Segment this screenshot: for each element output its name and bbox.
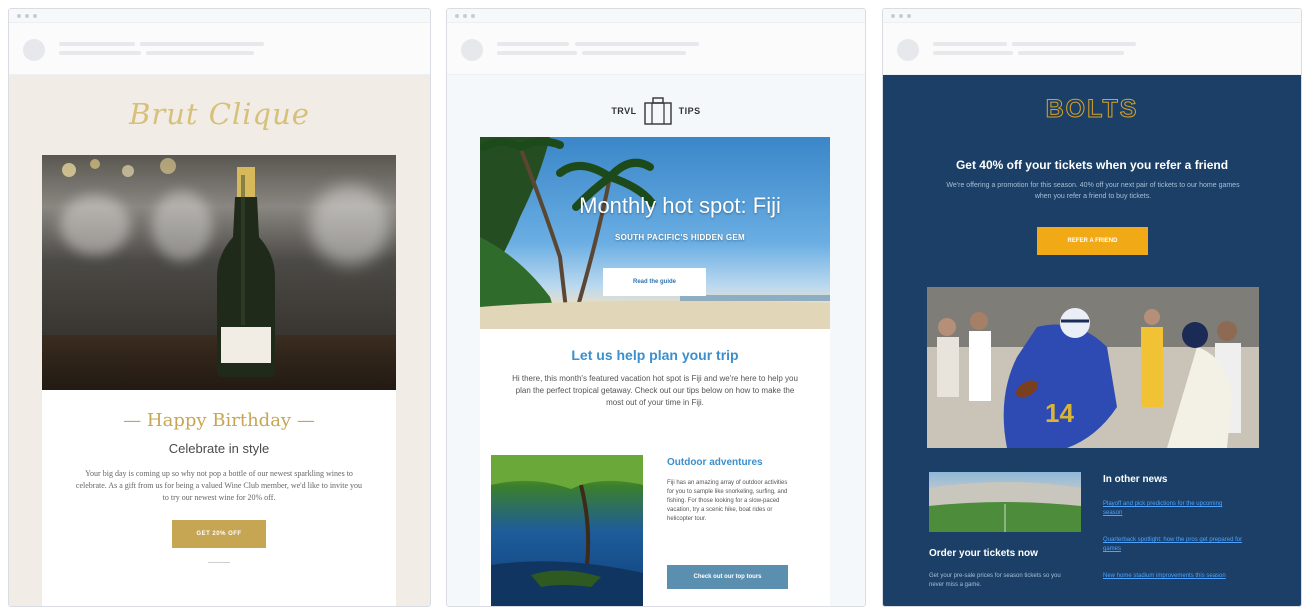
heading: — Happy Birthday — (123, 410, 315, 431)
window-control-dot[interactable] (33, 13, 37, 18)
news-link[interactable]: New home stadium improvements this seaso… (1103, 572, 1243, 581)
hero-subtitle: SOUTH PACIFIC'S HIDDEN GEM (614, 233, 745, 242)
promo-title: Get 40% off your tickets when you refer … (955, 158, 1229, 172)
placeholder-line (59, 51, 141, 55)
sender-avatar (23, 39, 45, 61)
sender-avatar (461, 39, 483, 61)
feature-title: Outdoor adventures (667, 457, 763, 468)
promo-body: We're offering a promotion for this seas… (946, 182, 1240, 200)
divider (208, 562, 230, 563)
placeholder-line (933, 51, 1013, 55)
football-player-photo: 14 (927, 287, 1259, 448)
refer-friend-button[interactable]: REFER A FRIEND (1037, 227, 1148, 255)
news-link[interactable]: Playoff and pick predictions for the upc… (1103, 500, 1243, 518)
email-window-travel: TRVL TIPS Monthly hot spot: Fiji SOUTH P… (446, 8, 866, 607)
champagne-bottle-icon (217, 167, 275, 377)
body-text: Your big day is coming up so why not pop… (75, 469, 363, 502)
window-titlebar (883, 9, 1301, 23)
window-control-dot[interactable] (899, 13, 903, 18)
birthday-card: — Happy Birthday — Celebrate in style Yo… (42, 390, 396, 606)
window-control-dot[interactable] (25, 13, 29, 18)
email-window-birthday: Brut Clique — Happy Birthday — Celebrate… (8, 8, 431, 607)
placeholder-line (140, 42, 264, 46)
fiji-hero-banner: Monthly hot spot: Fiji SOUTH PACIFIC'S H… (480, 137, 830, 329)
brand-logo: Brut Clique (129, 97, 310, 131)
stadium-illustration (929, 482, 1081, 532)
window-control-dot[interactable] (463, 13, 467, 18)
svg-text:14: 14 (1045, 398, 1074, 428)
island-photo (491, 455, 643, 606)
window-control-dot[interactable] (891, 13, 895, 18)
window-control-dot[interactable] (455, 13, 459, 18)
section-title: Let us help plan your trip (571, 347, 739, 363)
window-control-dot[interactable] (471, 13, 475, 18)
suitcase-icon (643, 97, 672, 125)
subheading: Celebrate in style (168, 441, 270, 456)
top-tours-button[interactable]: Check out our top tours (667, 565, 788, 589)
brand-logo: TRVL TIPS (447, 97, 865, 125)
logo-text-right: TIPS (678, 106, 701, 116)
placeholder-line (1018, 51, 1124, 55)
hero-title: Monthly hot spot: Fiji (579, 193, 781, 218)
order-title: Order your tickets now (929, 548, 1038, 559)
email-header-placeholder (447, 23, 865, 75)
stadium-photo (929, 472, 1081, 532)
placeholder-line (59, 42, 135, 46)
section-body: Hi there, this month's featured vacation… (512, 374, 798, 407)
placeholder-line (497, 42, 569, 46)
window-titlebar (9, 9, 430, 23)
order-body: Get your pre-sale prices for season tick… (929, 573, 1061, 588)
news-link[interactable]: Quarterback spotlight: how the pros get … (1103, 536, 1243, 554)
email-body: TRVL TIPS Monthly hot spot: Fiji SOUTH P… (447, 75, 865, 606)
window-control-dot[interactable] (17, 13, 21, 18)
feature-body: Fiji has an amazing array of outdoor act… (667, 480, 788, 522)
logo-text-left: TRVL (611, 106, 637, 116)
island-tree-illustration (491, 455, 643, 606)
email-header-placeholder (883, 23, 1301, 75)
window-titlebar (447, 9, 865, 23)
placeholder-line (575, 42, 699, 46)
email-header-placeholder (9, 23, 430, 75)
brand-logo: BOLTS (1045, 95, 1139, 124)
news-title: In other news (1103, 474, 1168, 485)
email-body: BOLTS Get 40% off your tickets when you … (883, 75, 1301, 606)
football-players-illustration: 14 (927, 287, 1259, 448)
placeholder-line (146, 51, 254, 55)
travel-card: Let us help plan your trip Hi there, thi… (480, 329, 830, 606)
placeholder-line (1012, 42, 1136, 46)
window-control-dot[interactable] (907, 13, 911, 18)
email-window-sports: BOLTS Get 40% off your tickets when you … (882, 8, 1302, 607)
placeholder-line (582, 51, 686, 55)
sender-avatar (897, 39, 919, 61)
get-discount-button[interactable]: GET 20% OFF (172, 520, 266, 548)
champagne-photo (42, 155, 396, 390)
read-guide-button[interactable]: Read the guide (603, 268, 706, 296)
placeholder-line (497, 51, 577, 55)
email-body: Brut Clique — Happy Birthday — Celebrate… (9, 75, 430, 606)
placeholder-line (933, 42, 1007, 46)
